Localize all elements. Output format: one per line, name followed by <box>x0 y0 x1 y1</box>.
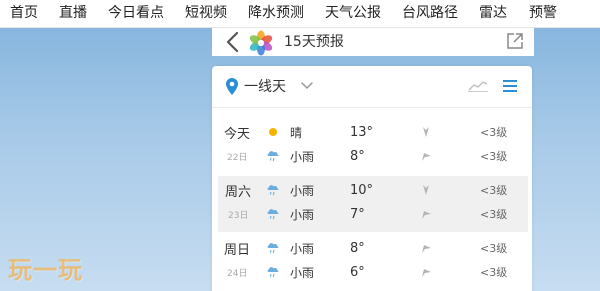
weather-text: 小雨 <box>290 208 315 222</box>
weather-text: 小雨 <box>290 150 315 164</box>
wind-level: <3级 <box>480 126 508 139</box>
nav-item-home[interactable]: 首页 <box>10 4 38 22</box>
nav-item-typhoon-path[interactable]: 台风路径 <box>402 4 458 22</box>
light-rain-icon <box>267 185 279 196</box>
daytime-row: 小雨 8° <3级 <box>212 241 532 261</box>
temperature: 7° <box>350 207 365 222</box>
chevron-down-icon[interactable] <box>300 80 314 92</box>
forecast-card: 一线天 今天 22日 晴 13° <3级 小雨 8° <3级 周六 23日 小雨… <box>212 66 532 291</box>
wind-direction-south-icon <box>423 127 429 137</box>
nav-item-short-video[interactable]: 短视频 <box>185 4 227 22</box>
city-name[interactable]: 一线天 <box>244 78 286 96</box>
temperature: 8° <box>350 241 365 256</box>
page-title: 15天预报 <box>284 34 344 50</box>
forecast-header: 15天预报 <box>212 28 534 56</box>
flower-logo-icon <box>249 30 273 56</box>
temperature: 6° <box>350 265 365 280</box>
wind-level: <3级 <box>480 150 508 163</box>
weather-text: 小雨 <box>290 266 315 280</box>
wind-direction-south-icon <box>423 185 429 195</box>
wind-direction-northeast-icon <box>422 211 431 219</box>
nav-item-warning[interactable]: 预警 <box>529 4 557 22</box>
nav-item-radar[interactable]: 雷达 <box>479 4 507 22</box>
location-pin-icon <box>226 78 238 95</box>
light-rain-icon <box>267 151 279 162</box>
daytime-row: 晴 13° <3级 <box>212 125 532 145</box>
forecast-day-row[interactable]: 周六 23日 小雨 10° <3级 小雨 7° <3级 <box>218 176 528 232</box>
share-icon[interactable] <box>506 32 524 50</box>
wind-direction-northeast-icon <box>422 269 431 277</box>
temperature: 10° <box>350 183 374 198</box>
weather-text: 小雨 <box>290 242 315 256</box>
wind-level: <3级 <box>480 184 508 197</box>
wind-level: <3级 <box>480 208 508 221</box>
wind-direction-northeast-icon <box>422 245 431 253</box>
wind-level: <3级 <box>480 242 508 255</box>
temperature: 8° <box>350 149 365 164</box>
weather-text: 小雨 <box>290 184 315 198</box>
weather-text: 晴 <box>290 126 303 140</box>
nav-item-precipitation[interactable]: 降水预测 <box>248 4 304 22</box>
watermark-logo: 玩一玩 <box>8 256 83 284</box>
nav-item-weather-bulletin[interactable]: 天气公报 <box>325 4 381 22</box>
top-navigation: 首页 直播 今日看点 短视频 降水预测 天气公报 台风路径 雷达 预警 <box>0 0 600 28</box>
nighttime-row: 小雨 7° <3级 <box>218 207 538 227</box>
daytime-row: 小雨 10° <3级 <box>218 183 538 203</box>
forecast-day-row[interactable]: 周日 24日 小雨 8° <3级 小雨 6° <3级 <box>212 234 532 290</box>
nighttime-row: 小雨 6° <3级 <box>212 265 532 285</box>
chevron-left-icon[interactable] <box>224 31 242 53</box>
light-rain-icon <box>267 267 279 278</box>
nav-item-today-highlights[interactable]: 今日看点 <box>108 4 164 22</box>
trend-chart-icon[interactable] <box>468 80 488 92</box>
nav-item-live[interactable]: 直播 <box>59 4 87 22</box>
forecast-day-row[interactable]: 今天 22日 晴 13° <3级 小雨 8° <3级 <box>212 118 532 174</box>
temperature: 13° <box>350 125 374 140</box>
city-selector-bar: 一线天 <box>212 66 532 108</box>
light-rain-icon <box>267 209 279 220</box>
wind-direction-northeast-icon <box>422 153 431 161</box>
light-rain-icon <box>267 243 279 254</box>
list-icon[interactable] <box>502 79 518 93</box>
nighttime-row: 小雨 8° <3级 <box>212 149 532 169</box>
sunny-icon <box>269 128 277 136</box>
wind-level: <3级 <box>480 266 508 279</box>
